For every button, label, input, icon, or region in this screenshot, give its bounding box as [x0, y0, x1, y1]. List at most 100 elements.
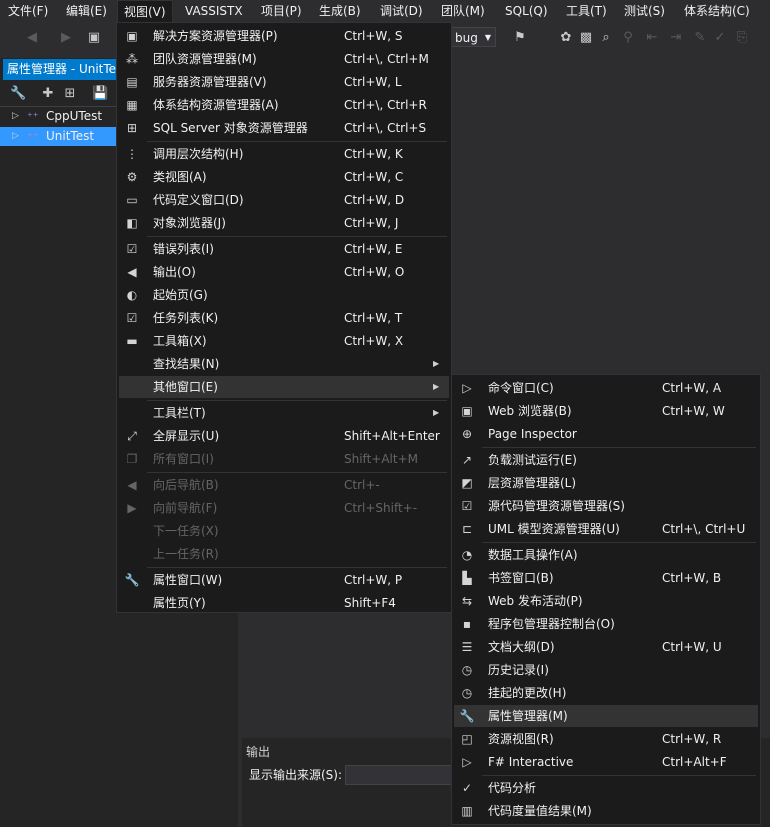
menu-team[interactable]: 团队(M)	[435, 0, 491, 23]
save-icon[interactable]: 💾	[92, 86, 108, 102]
menu-item-shortcut: Ctrl+W, L	[344, 75, 402, 89]
menu-item-调用层次结构[interactable]: ⋮ 调用层次结构(H) Ctrl+W, K	[119, 143, 449, 165]
menu-item-sql-server-对象资源管理器[interactable]: ⊞ SQL Server 对象资源管理器 Ctrl+\, Ctrl+S	[119, 117, 449, 139]
menu-item-label: F# Interactive	[488, 755, 574, 769]
menu-item-label: 属性管理器(M)	[488, 709, 568, 723]
back-icon[interactable]: ◀	[24, 30, 40, 46]
menu-item-web-浏览器[interactable]: ▣ Web 浏览器(B) Ctrl+W, W	[454, 400, 758, 422]
menu-item-类视图[interactable]: ⚙ 类视图(A) Ctrl+W, C	[119, 166, 449, 188]
menu-tools[interactable]: 工具(T)	[560, 0, 613, 23]
tree-item-cpputest[interactable]: ▷ ⁺⁺ CppUTest	[0, 107, 116, 126]
menu-item-解决方案资源管理器[interactable]: ▣ 解决方案资源管理器(P) Ctrl+W, S	[119, 25, 449, 47]
menu-item-代码定义窗口[interactable]: ▭ 代码定义窗口(D) Ctrl+W, D	[119, 189, 449, 211]
menu-item-工具栏[interactable]: 工具栏(T) ▶	[119, 402, 449, 424]
menu-item-起始页[interactable]: ◐ 起始页(G)	[119, 284, 449, 306]
menu-item-代码分析[interactable]: ✓ 代码分析	[454, 777, 758, 799]
menu-item-文档大纲[interactable]: ☰ 文档大纲(D) Ctrl+W, U	[454, 636, 758, 658]
menu-item-挂起的更改[interactable]: ◷ 挂起的更改(H)	[454, 682, 758, 704]
menu-build[interactable]: 生成(B)	[313, 0, 367, 23]
add-new-property-sheet-icon[interactable]: ✚	[40, 86, 56, 102]
menu-test[interactable]: 测试(S)	[618, 0, 671, 23]
menu-item-label: 查找结果(N)	[153, 357, 220, 371]
menu-item-label: 体系结构资源管理器(A)	[153, 98, 279, 112]
menu-item-资源视图[interactable]: ◰ 资源视图(R) Ctrl+W, R	[454, 728, 758, 750]
menu-item-label: 调用层次结构(H)	[153, 147, 244, 161]
menu-item-程序包管理器控制台[interactable]: ▪ 程序包管理器控制台(O)	[454, 613, 758, 635]
add-existing-property-sheet-icon[interactable]: ⊞	[62, 86, 78, 102]
find-in-files-icon[interactable]: ⚑	[512, 30, 528, 46]
menu-item-label: 向前导航(F)	[153, 501, 218, 515]
menu-item-shortcut: Ctrl+W, C	[344, 170, 404, 184]
project-icon: ⁺⁺	[27, 130, 39, 143]
menu-separator	[147, 472, 447, 473]
menu-item-全屏显示[interactable]: ⤢ 全屏显示(U) Shift+Alt+Enter	[119, 425, 449, 447]
menu-item-输出[interactable]: ◀ 输出(O) Ctrl+W, O	[119, 261, 449, 283]
menu-view[interactable]: 视图(V)	[117, 0, 173, 23]
menu-item-uml-模型资源管理器[interactable]: ⊏ UML 模型资源管理器(U) Ctrl+\, Ctrl+U	[454, 518, 758, 540]
tree-item-unittest[interactable]: ▷ ⁺⁺ UnitTest	[0, 127, 116, 146]
menu-item-label: Web 发布活动(P)	[488, 594, 583, 608]
menu-item-代码度量值结果[interactable]: ▥ 代码度量值结果(M)	[454, 800, 758, 822]
menu-item-查找结果[interactable]: 查找结果(N) ▶	[119, 353, 449, 375]
menu-item-命令窗口[interactable]: ▷ 命令窗口(C) Ctrl+W, A	[454, 377, 758, 399]
menu-item-shortcut: Ctrl+W, A	[662, 381, 722, 395]
menu-item-label: 属性窗口(W)	[153, 573, 223, 587]
menu-item-向前导航: ▶ 向前导航(F) Ctrl+Shift+-	[119, 497, 449, 519]
comment-icon[interactable]: ✎	[692, 30, 708, 46]
menu-item-label: 所有窗口(I)	[153, 452, 214, 466]
wrench-icon[interactable]: 🔧	[10, 86, 26, 102]
menu-item-page-inspector[interactable]: ⊕ Page Inspector	[454, 423, 758, 445]
find-symbol-icon[interactable]: ⚲	[620, 30, 636, 46]
menu-item-源代码管理资源管理器[interactable]: ☑ 源代码管理资源管理器(S)	[454, 495, 758, 517]
menu-item-服务器资源管理器[interactable]: ▤ 服务器资源管理器(V) Ctrl+W, L	[119, 71, 449, 93]
panel-title[interactable]: 属性管理器 - UnitTest	[3, 59, 116, 80]
menu-item-f-interactive[interactable]: ▷ F# Interactive Ctrl+Alt+F	[454, 751, 758, 773]
menu-file[interactable]: 文件(F)	[2, 0, 54, 23]
command-window-icon: ▷	[462, 381, 472, 395]
spell-check-icon[interactable]: ✓	[712, 30, 728, 46]
bookmark-toolbar-icon[interactable]: ⎘	[734, 30, 750, 46]
menu-item-工具箱[interactable]: ▬ 工具箱(X) Ctrl+W, X	[119, 330, 449, 352]
menu-item-负载测试运行[interactable]: ↗ 负载测试运行(E)	[454, 449, 758, 471]
menu-item-shortcut: Ctrl+\, Ctrl+R	[344, 98, 427, 112]
menu-item-label: 团队资源管理器(M)	[153, 52, 257, 66]
menu-item-label: 书签窗口(B)	[488, 571, 554, 585]
menu-item-体系结构资源管理器[interactable]: ▦ 体系结构资源管理器(A) Ctrl+\, Ctrl+R	[119, 94, 449, 116]
expand-arrow-icon[interactable]: ▷	[12, 127, 19, 146]
menu-architecture[interactable]: 体系结构(C)	[678, 0, 756, 23]
output-source-dropdown[interactable]	[345, 765, 455, 785]
menu-item-书签窗口[interactable]: ▙ 书签窗口(B) Ctrl+W, B	[454, 567, 758, 589]
menu-item-label: 挂起的更改(H)	[488, 686, 567, 700]
menu-sql[interactable]: SQL(Q)	[499, 0, 554, 23]
menu-item-label: 工具栏(T)	[153, 406, 206, 420]
menu-separator	[147, 141, 447, 142]
menu-item-属性管理器[interactable]: 🔧 属性管理器(M)	[454, 705, 758, 727]
menu-item-label: 代码度量值结果(M)	[488, 804, 592, 818]
new-project-icon[interactable]: ▣	[86, 30, 102, 46]
menu-debug[interactable]: 调试(D)	[374, 0, 429, 23]
menu-item-对象浏览器[interactable]: ◧ 对象浏览器(J) Ctrl+W, J	[119, 212, 449, 234]
outdent-icon[interactable]: ⇤	[644, 30, 660, 46]
menu-item-label: 全屏显示(U)	[153, 429, 220, 443]
menu-item-错误列表[interactable]: ☑ 错误列表(I) Ctrl+W, E	[119, 238, 449, 260]
forward-icon[interactable]: ▶	[58, 30, 74, 46]
menu-item-属性窗口[interactable]: 🔧 属性窗口(W) Ctrl+W, P	[119, 569, 449, 591]
menu-vassistx[interactable]: VASSISTX	[179, 0, 249, 23]
solution-configuration-dropdown[interactable]: bug ▼	[450, 27, 496, 47]
object-browser-toolbar-icon[interactable]: ⌕	[598, 30, 614, 46]
menu-item-web-发布活动[interactable]: ⇆ Web 发布活动(P)	[454, 590, 758, 612]
menu-item-任务列表[interactable]: ☑ 任务列表(K) Ctrl+W, T	[119, 307, 449, 329]
class-view-toolbar-icon[interactable]: ▩	[578, 30, 594, 46]
extension-icon[interactable]: ✿	[558, 30, 574, 46]
menu-edit[interactable]: 编辑(E)	[60, 0, 113, 23]
menu-item-层资源管理器[interactable]: ◩ 层资源管理器(L)	[454, 472, 758, 494]
indent-icon[interactable]: ⇥	[668, 30, 684, 46]
menu-item-其他窗口[interactable]: 其他窗口(E) ▶	[119, 376, 449, 398]
menu-item-数据工具操作[interactable]: ◔ 数据工具操作(A)	[454, 544, 758, 566]
menu-item-属性页[interactable]: 属性页(Y) Shift+F4	[119, 592, 449, 614]
expand-arrow-icon[interactable]: ▷	[12, 107, 19, 126]
menu-item-历史记录[interactable]: ◷ 历史记录(I)	[454, 659, 758, 681]
menu-item-label: 下一任务(X)	[153, 524, 219, 538]
menu-project[interactable]: 项目(P)	[255, 0, 308, 23]
menu-item-团队资源管理器[interactable]: ⁂ 团队资源管理器(M) Ctrl+\, Ctrl+M	[119, 48, 449, 70]
